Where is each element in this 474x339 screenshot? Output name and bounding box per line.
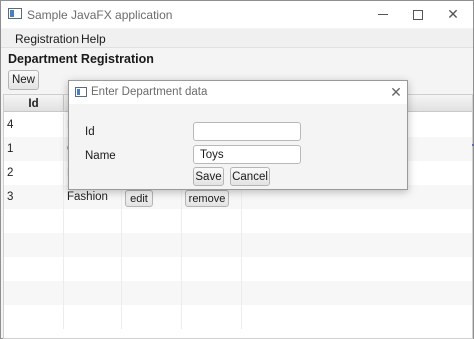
name-label: Name [85,150,116,162]
id-field[interactable] [193,122,301,141]
dialog-title: Enter Department data [91,86,208,98]
empty-cell [64,209,122,233]
empty-cell [182,233,242,257]
cancel-button[interactable]: Cancel [230,167,270,186]
empty-cell [122,257,182,281]
minimize-icon [378,14,388,15]
empty-cell [64,257,122,281]
app-icon [75,87,87,97]
empty-cell [64,233,122,257]
save-button[interactable]: Save [193,167,224,186]
empty-cell [4,305,64,329]
empty-cell [122,209,182,233]
cell-id: 1 [4,137,64,161]
menu-help[interactable]: Help [81,32,106,46]
empty-cell [182,281,242,305]
dialog-title-bar: Enter Department data ✕ [69,81,407,104]
maximize-button[interactable] [398,1,438,28]
id-label: Id [85,126,95,138]
empty-cell [182,257,242,281]
window-title: Sample JavaFX application [27,8,173,22]
table-row-empty [4,209,472,233]
name-field[interactable] [193,145,301,164]
new-button[interactable]: New [8,70,39,90]
minimize-button[interactable] [363,1,403,28]
empty-cell [182,209,242,233]
dialog-close-button[interactable]: ✕ [387,83,405,101]
menu-bar: Registration Help [1,29,473,48]
empty-cell [4,281,64,305]
table-row-empty [4,281,472,305]
empty-cell [122,233,182,257]
empty-cell [122,281,182,305]
empty-cell [4,209,64,233]
empty-cell [4,233,64,257]
menu-registration[interactable]: Registration [15,32,79,46]
table-row-empty [4,305,472,329]
edit-button[interactable]: edit [125,190,153,207]
cell-id: 2 [4,161,64,185]
empty-cell [64,305,122,329]
department-dialog: Enter Department data ✕ Id Name Save Can… [68,80,408,190]
title-bar: Sample JavaFX application ✕ [1,1,473,28]
maximize-icon [413,9,423,20]
column-header-id[interactable]: Id [4,95,64,112]
empty-cell [4,257,64,281]
close-button[interactable]: ✕ [433,1,473,28]
close-icon: ✕ [390,83,402,100]
empty-cell [122,305,182,329]
app-icon [8,8,22,19]
table-row-empty [4,233,472,257]
cell-id: 4 [4,113,64,137]
remove-button[interactable]: remove [185,190,229,207]
app-window: Sample JavaFX application ✕ Registration… [0,0,474,339]
empty-cell [64,281,122,305]
close-icon: ✕ [447,6,459,22]
empty-cell [182,305,242,329]
page-title: Department Registration [8,52,154,66]
table-row-empty [4,257,472,281]
cell-id: 3 [4,185,64,209]
